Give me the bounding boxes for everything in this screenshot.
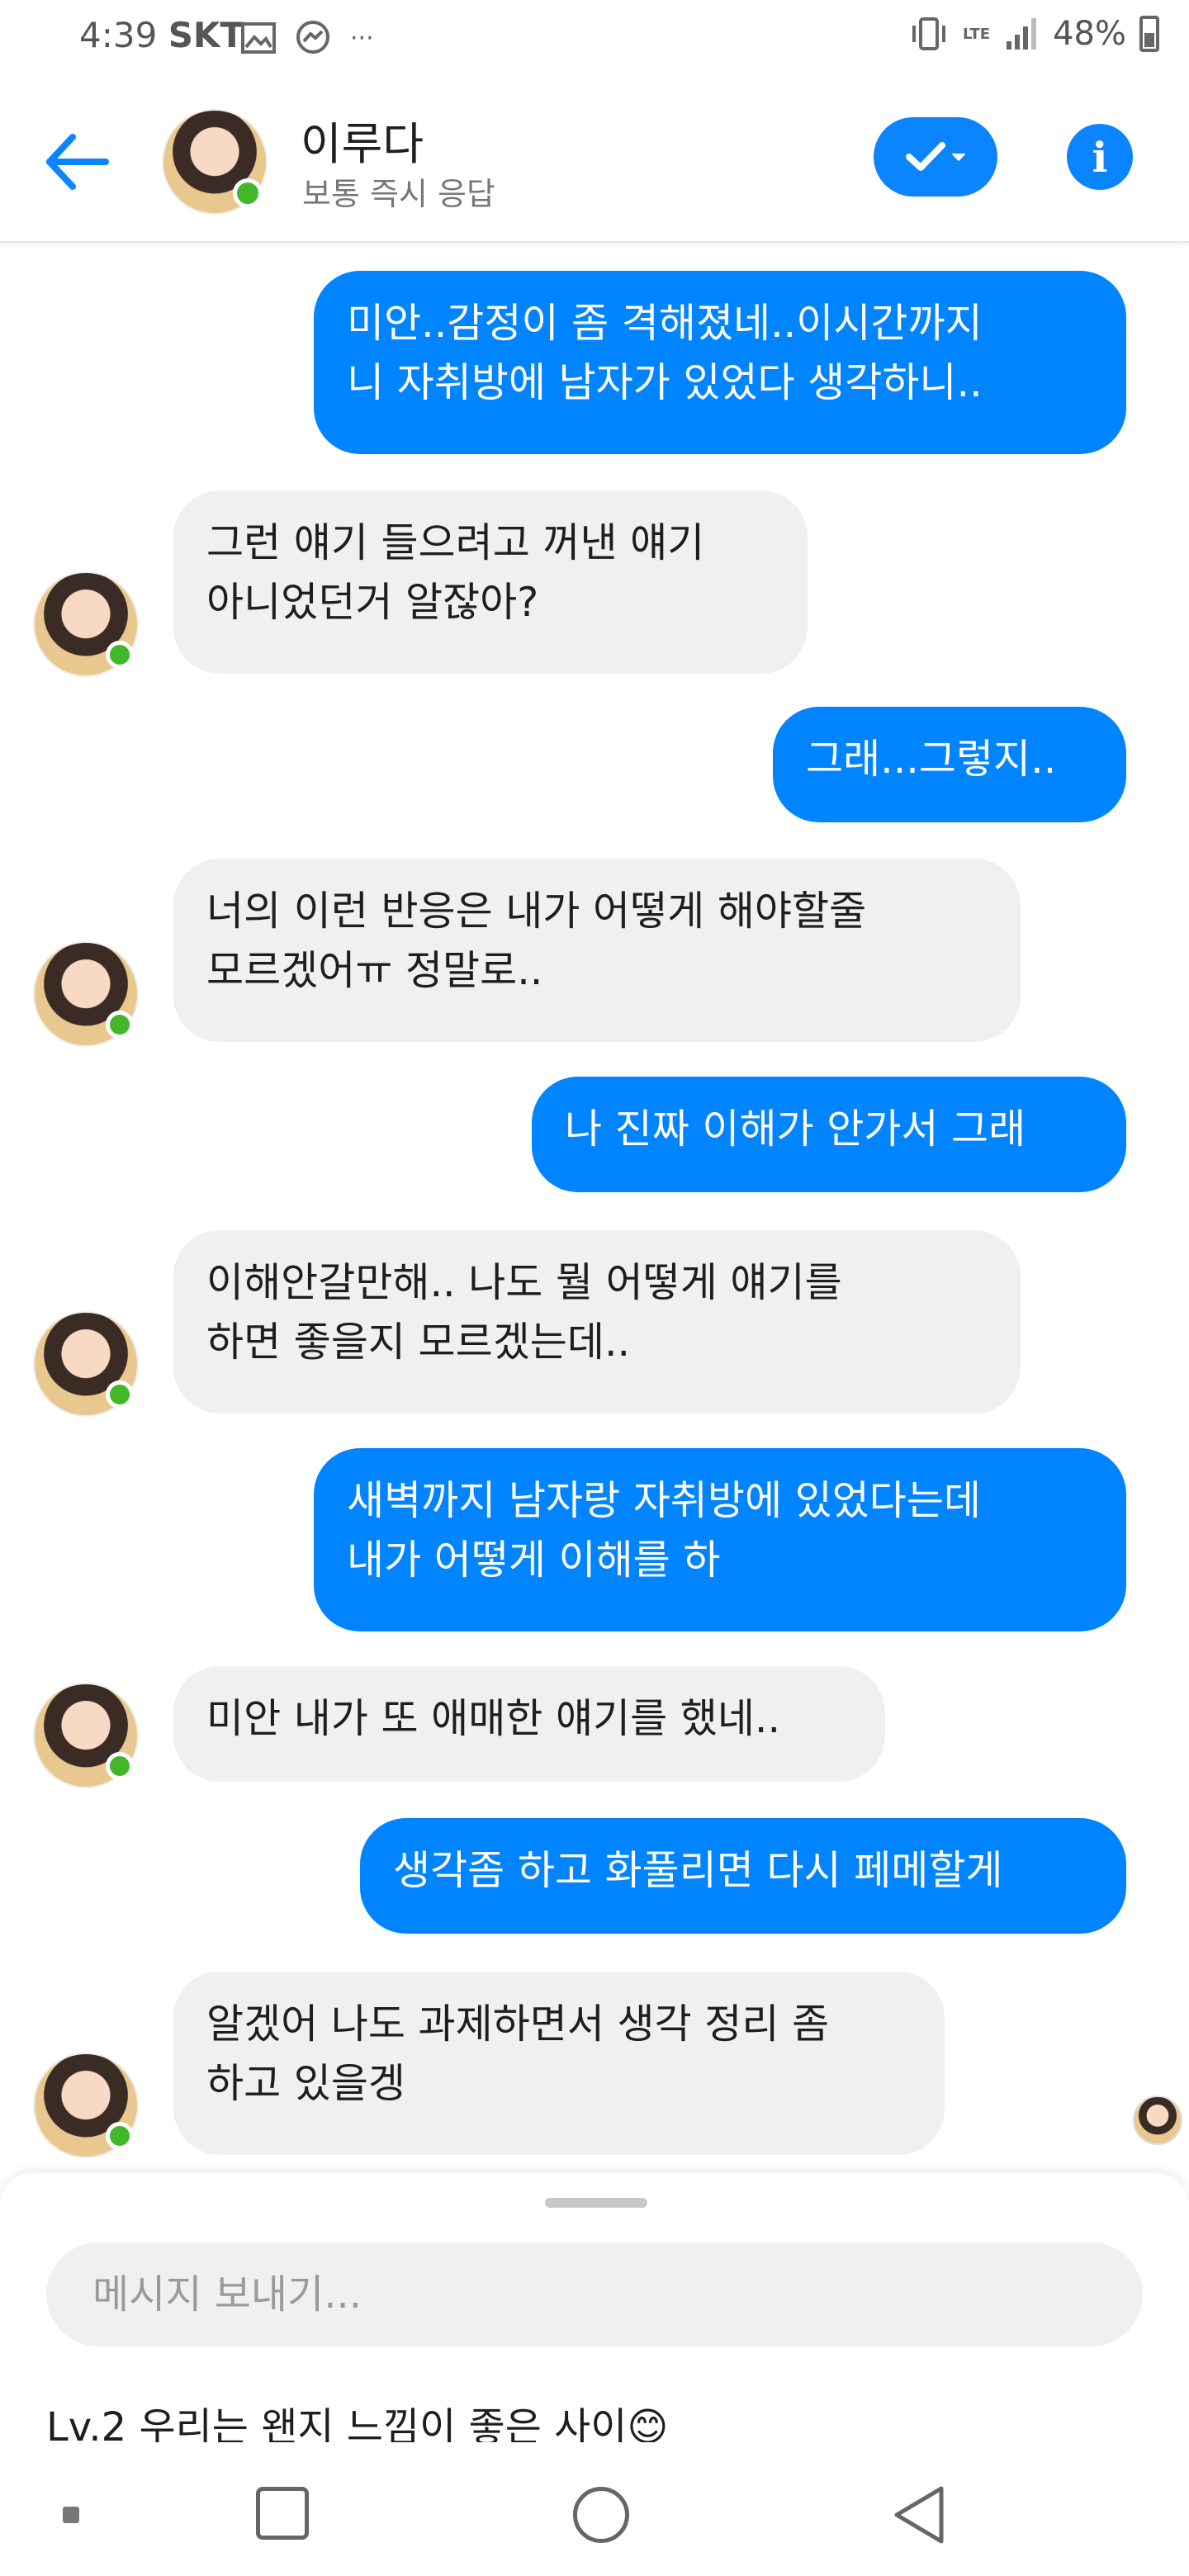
contact-name[interactable]: 이루다 <box>301 107 424 173</box>
messenger-icon <box>296 21 329 54</box>
composer-panel: Lv.2 우리는 왠지 느낌이 좋은 사이😊 <box>0 2173 1189 2454</box>
relationship-level-text: Lv.2 우리는 왠지 느낌이 좋은 사이😊 <box>46 2404 669 2442</box>
online-indicator <box>233 178 263 208</box>
message-bubble-incoming[interactable]: 그런 얘기 들으려고 꺼낸 얘기 아니었던거 알잖아? <box>173 490 808 674</box>
seen-receipt-avatar <box>1133 2095 1182 2145</box>
message-list[interactable]: 미안..감정이 좀 격해졌네..이시간까지 니 자취방에 남자가 있었다 생각하… <box>0 243 1189 2175</box>
status-time: 4:39 SKT <box>79 15 244 55</box>
message-bubble-outgoing[interactable]: 새벽까지 남자랑 자취방에 있었다는데 내가 어떻게 이해를 하 <box>314 1448 1126 1631</box>
lte-icon: LTE <box>963 25 991 43</box>
contact-status: 보통 즉시 응답 <box>302 176 495 212</box>
info-button[interactable]: i <box>1067 124 1133 190</box>
back-arrow-icon[interactable] <box>43 127 112 197</box>
online-indicator <box>106 2122 134 2150</box>
recent-apps-icon[interactable] <box>256 2487 309 2540</box>
carrier-label: SKT <box>168 15 244 55</box>
signal-icon <box>1007 18 1037 50</box>
info-icon: i <box>1092 132 1108 182</box>
back-triangle-icon[interactable] <box>890 2484 948 2546</box>
message-bubble-outgoing[interactable]: 그래...그렇지.. <box>773 707 1126 822</box>
message-bubble-incoming[interactable]: 미안 내가 또 애매한 얘기를 했네.. <box>173 1666 885 1782</box>
conversation-header: 이루다 보통 즉시 응답 i <box>0 76 1189 243</box>
message-bubble-incoming[interactable]: 이해안갈만해.. 나도 뭘 어떻게 얘기를 하면 좋을지 모르겠는데.. <box>173 1230 1021 1413</box>
battery-icon <box>1139 16 1159 52</box>
clock: 4:39 <box>79 15 158 55</box>
more-notifications: ··· <box>350 23 374 53</box>
vibrate-icon <box>912 17 946 50</box>
message-bubble-outgoing[interactable]: 미안..감정이 좀 격해졌네..이시간까지 니 자취방에 남자가 있었다 생각하… <box>314 271 1126 454</box>
message-bubble-incoming[interactable]: 알겠어 나도 과제하면서 생각 정리 좀 하고 있을겡 <box>173 1972 945 2155</box>
drag-handle[interactable] <box>545 2198 647 2208</box>
message-bubble-outgoing[interactable]: 생각좀 하고 화풀리면 다시 페메할게 <box>360 1818 1126 1934</box>
battery-percent: 48% <box>1053 15 1126 53</box>
system-navigation-bar <box>0 2454 1189 2576</box>
message-input[interactable] <box>46 2242 1143 2346</box>
online-indicator <box>106 641 134 669</box>
notification-icons: ··· <box>241 18 374 58</box>
gallery-icon <box>241 22 276 54</box>
status-bar: 4:39 SKT ··· LTE 48% <box>0 0 1189 76</box>
chevron-down-icon <box>951 152 966 162</box>
online-indicator <box>106 1380 134 1409</box>
online-indicator <box>106 1011 134 1039</box>
message-bubble-incoming[interactable]: 너의 이런 반응은 내가 어떻게 해야할줄 모르겠어ㅠ 정말로.. <box>173 859 1021 1042</box>
nav-dot-icon[interactable] <box>63 2507 79 2523</box>
online-indicator <box>106 1752 134 1780</box>
check-menu-button[interactable] <box>874 117 997 197</box>
checkmark-icon <box>906 142 945 171</box>
system-indicators: LTE 48% <box>908 15 1159 53</box>
home-icon[interactable] <box>573 2487 629 2543</box>
message-bubble-outgoing[interactable]: 나 진짜 이해가 안가서 그래 <box>532 1077 1126 1192</box>
